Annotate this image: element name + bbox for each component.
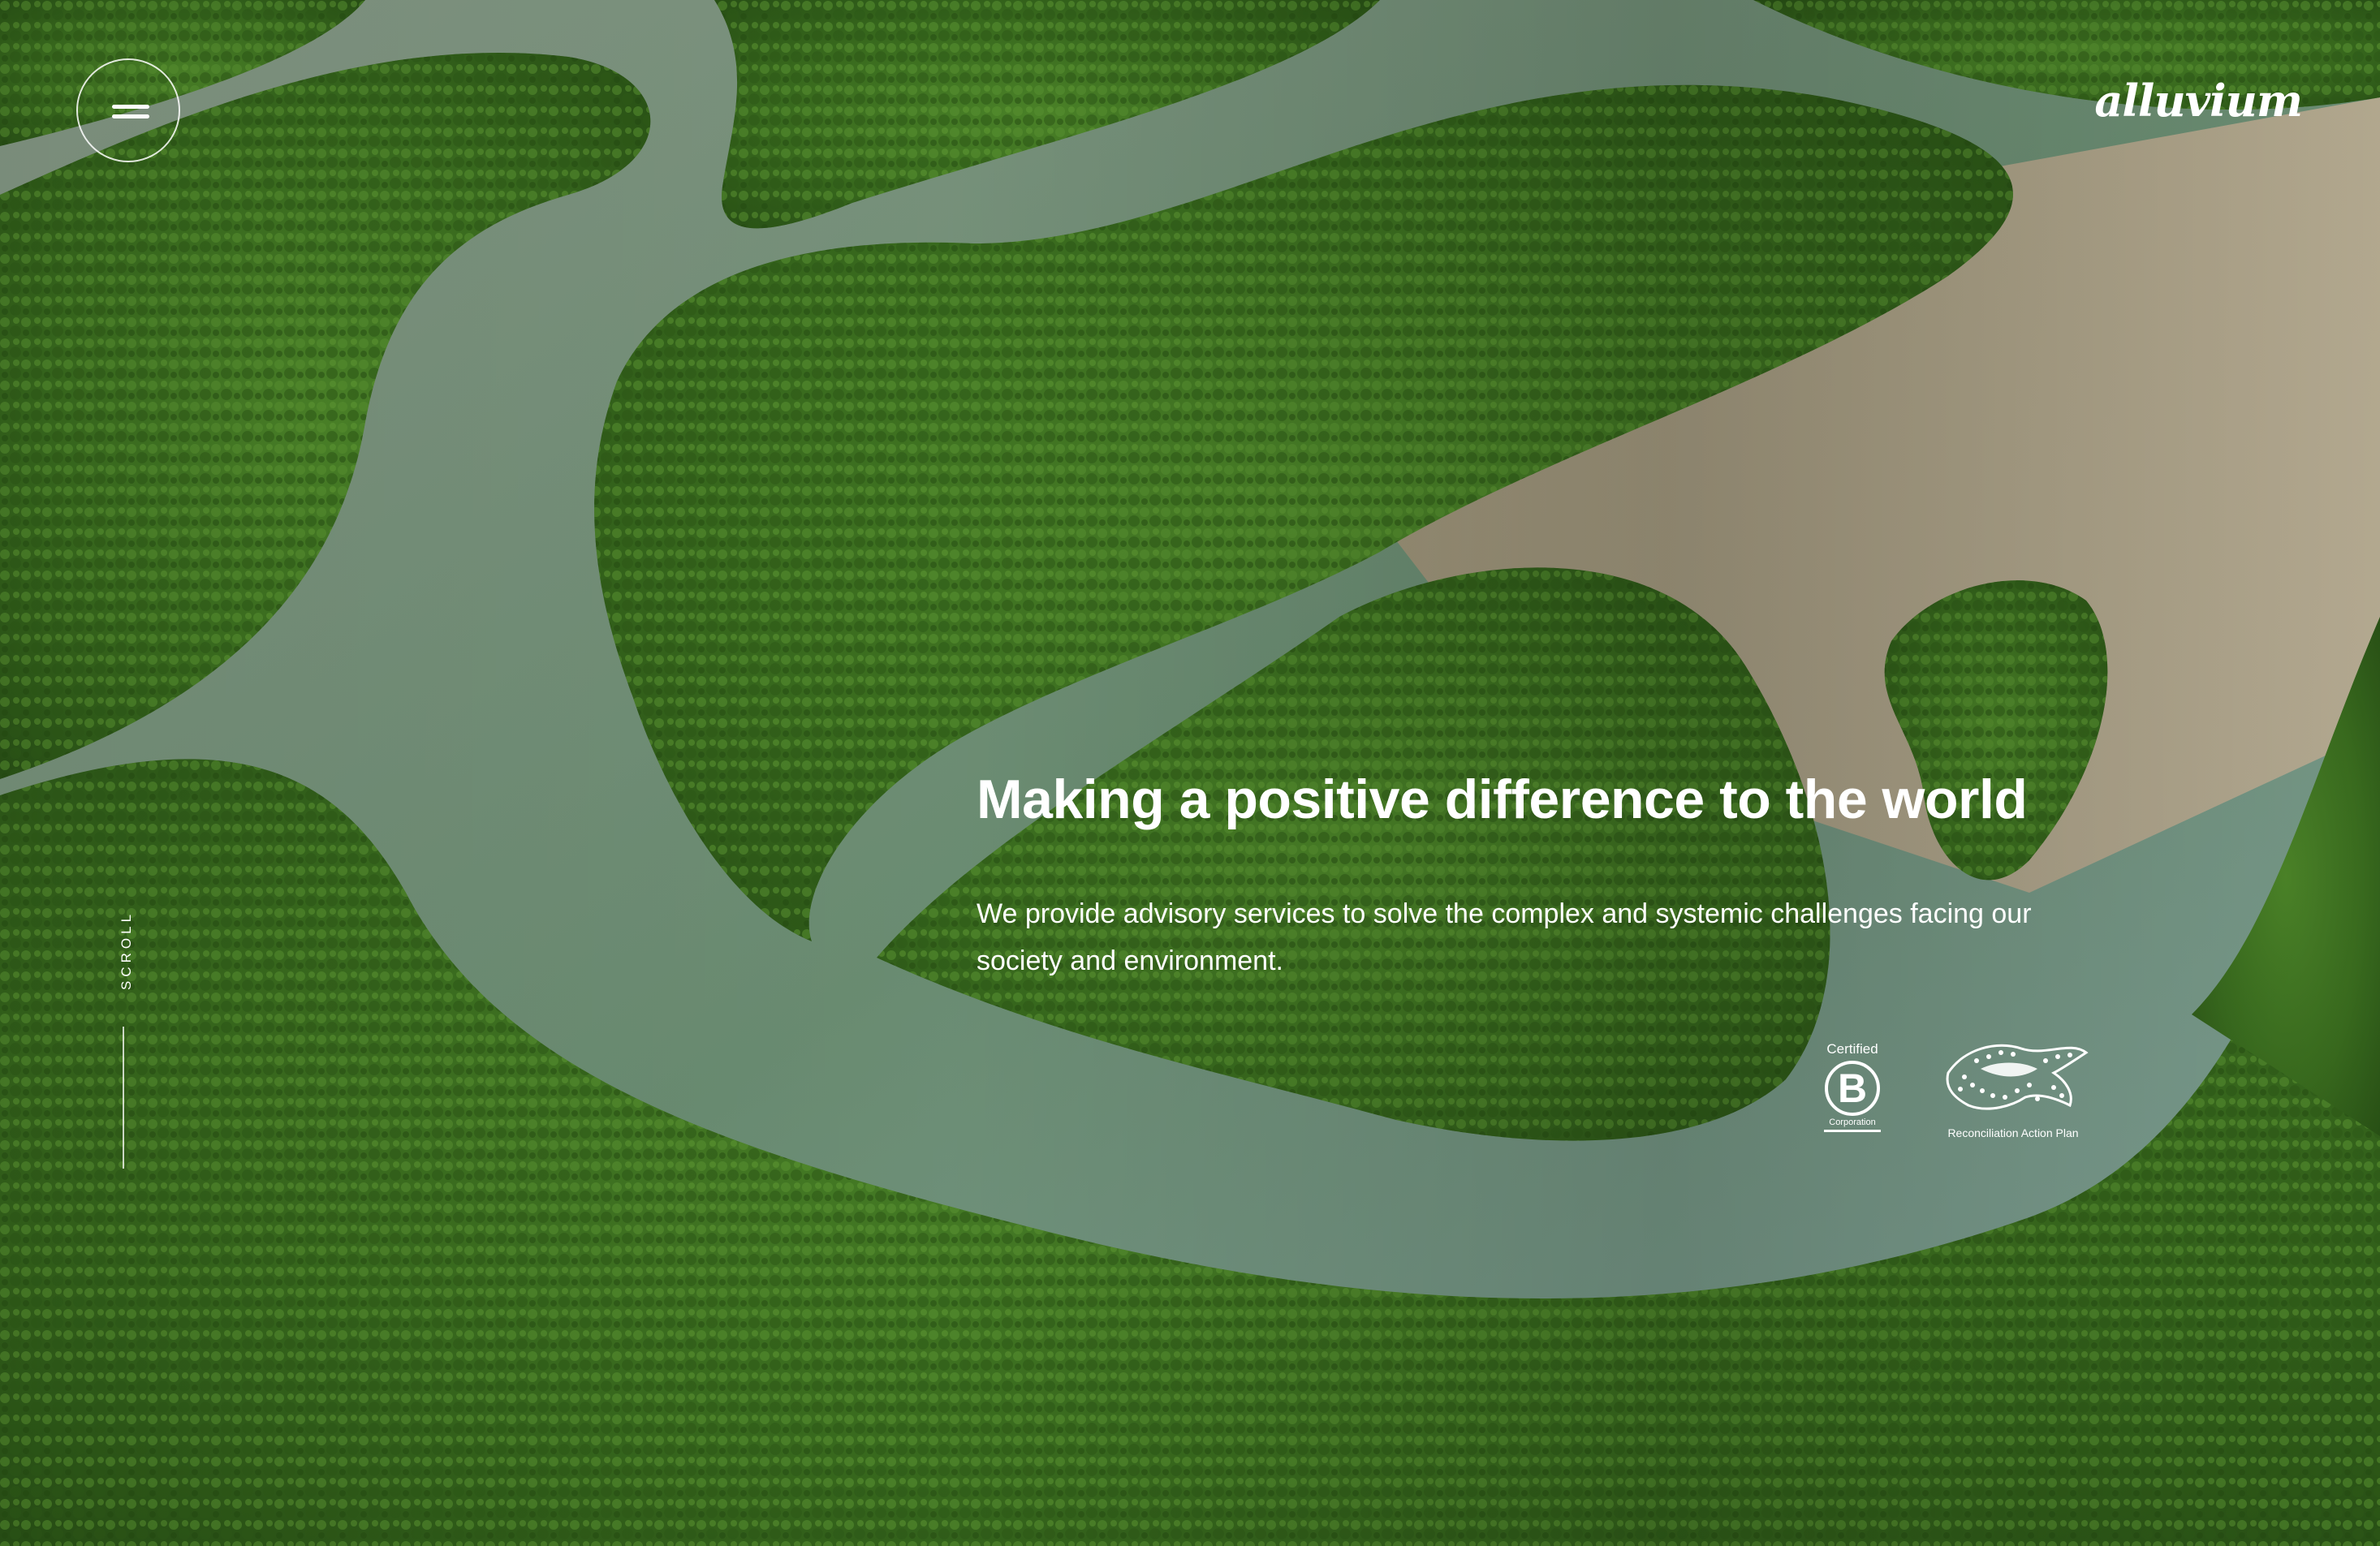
reconciliation-action-plan-logo xyxy=(1946,1044,2089,1110)
hamburger-menu-icon-bar xyxy=(112,114,149,118)
hero-title: Making a positive difference to the worl… xyxy=(977,769,2028,830)
reconciliation-action-plan-badge[interactable]: Reconciliation Action Plan xyxy=(1932,1024,2094,1139)
bcorp-certified-badge[interactable]: Certified B Corporation xyxy=(1818,1041,1886,1139)
bcorp-b-icon: B xyxy=(1825,1061,1880,1116)
bcorp-top-label: Certified xyxy=(1826,1041,1878,1057)
bcorp-underline xyxy=(1824,1130,1881,1132)
scroll-line xyxy=(123,1027,124,1169)
hero-page: alluvium SCROLL Making a positive differ… xyxy=(0,0,2380,1546)
menu-button[interactable] xyxy=(76,58,180,162)
hamburger-menu-icon xyxy=(112,105,149,109)
scroll-indicator[interactable]: SCROLL xyxy=(112,909,136,1169)
rap-label: Reconciliation Action Plan xyxy=(1947,1126,2079,1139)
alluvium-logo[interactable]: alluvium xyxy=(2094,75,2303,127)
scroll-label: SCROLL xyxy=(119,910,134,990)
bcorp-bottom-label: Corporation xyxy=(1829,1118,1876,1127)
hero-description: We provide advisory services to solve th… xyxy=(977,898,2032,976)
hero-content: Making a positive difference to the worl… xyxy=(977,767,2113,984)
